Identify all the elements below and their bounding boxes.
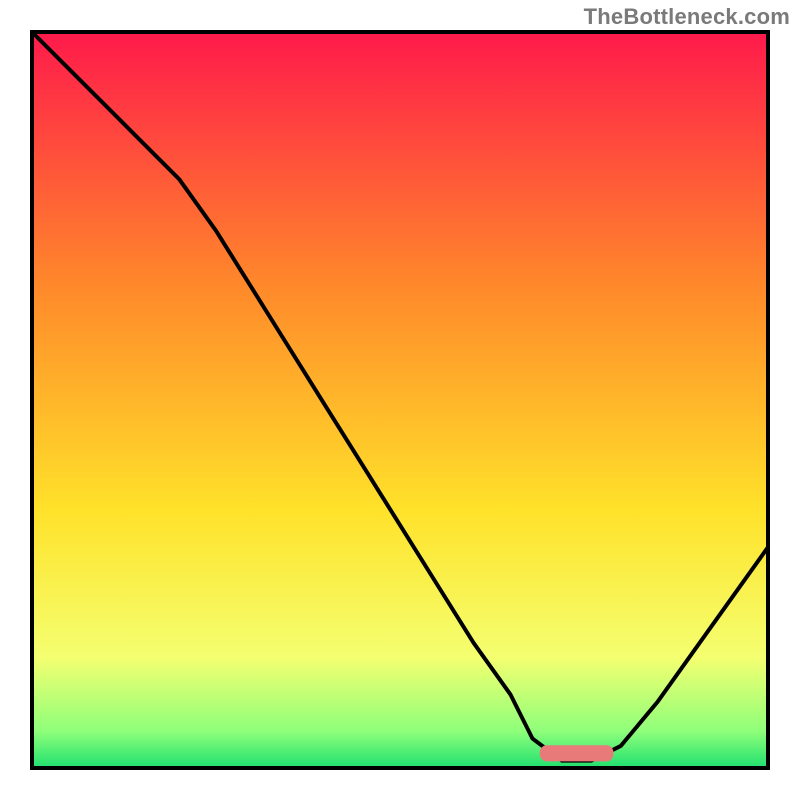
chart-container: TheBottleneck.com bbox=[0, 0, 800, 800]
bottleneck-curve-plot bbox=[0, 0, 800, 800]
optimal-marker bbox=[540, 745, 614, 761]
